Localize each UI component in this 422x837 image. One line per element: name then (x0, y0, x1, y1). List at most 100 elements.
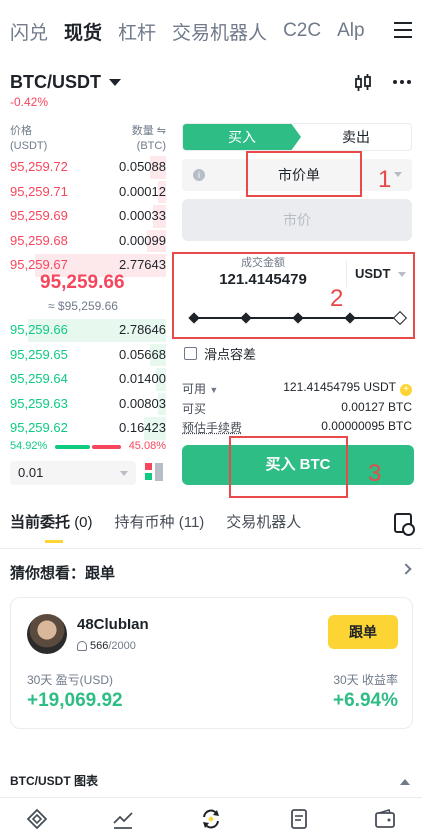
hamburger-menu-icon[interactable] (394, 22, 412, 38)
ask-row[interactable]: 95,259.72 0.05088 (0, 155, 172, 180)
price-column-unit: (USDT) (10, 140, 48, 152)
trade-icon[interactable] (200, 808, 222, 830)
tab-c2c[interactable]: C2C (283, 20, 321, 42)
wallet-icon[interactable] (374, 808, 396, 830)
home-icon[interactable] (26, 808, 48, 830)
annotation-box-2 (172, 252, 415, 339)
tab-holdings-count: (11) (178, 514, 205, 531)
annotation-box-1 (246, 151, 362, 197)
fee-label[interactable]: 预估手续费 (182, 419, 242, 436)
tab-alpha[interactable]: Alp (337, 20, 364, 42)
annotation-box-3 (229, 436, 348, 498)
precision-select[interactable]: 0.01 (10, 461, 136, 485)
slippage-checkbox[interactable] (184, 347, 197, 360)
bid-price: 95,259.62 (10, 420, 68, 435)
ask-row[interactable]: 95,259.71 0.00012 (0, 180, 172, 205)
copy-trader-card[interactable]: 48ClubIan 566/2000 跟单 30天 盈亏(USD) +19,06… (10, 597, 413, 729)
bid-row[interactable]: 95,259.65 0.05668 (0, 343, 172, 368)
active-tab-indicator (45, 540, 63, 543)
can-buy-value: 0.00127 BTC (341, 400, 412, 414)
futures-icon[interactable] (288, 808, 310, 830)
ask-row[interactable]: 95,259.69 0.00033 (0, 204, 172, 229)
buy-tab[interactable]: 买入 (183, 124, 301, 150)
bid-quantity: 0.00803 (119, 395, 166, 411)
bottom-nav (0, 798, 422, 837)
followers-max: /2000 (108, 640, 136, 652)
recommendation-title: 猜你想看：跟单 (10, 565, 116, 582)
tab-open-orders-count: (0) (74, 514, 93, 531)
price-column-label: 价格 (10, 125, 32, 137)
pnl-value: +19,069.92 (27, 690, 123, 711)
tab-spot[interactable]: 现货 (64, 18, 102, 45)
more-options-icon[interactable] (393, 80, 411, 84)
bid-quantity: 2.78646 (119, 322, 166, 337)
sell-ratio: 45.08% (128, 440, 166, 452)
tab-convert[interactable]: 闪兑 (10, 18, 48, 45)
can-buy-row: 可买 0.00127 BTC (182, 400, 412, 416)
bid-quantity: 0.01400 (119, 371, 166, 386)
fee-value: 0.00000095 BTC (321, 419, 412, 433)
trader-name: 48ClubIan (77, 616, 149, 633)
chevron-right-icon[interactable] (400, 563, 412, 575)
avatar (27, 614, 67, 654)
available-row: 可用 ▼ 121.41454795 USDT + (182, 380, 412, 396)
candlestick-chart-icon[interactable] (354, 74, 372, 92)
available-label-wrap[interactable]: 可用 ▼ (182, 380, 218, 397)
tab-trading-bots[interactable]: 交易机器人 (172, 18, 267, 45)
buy-ratio-bar (55, 445, 90, 449)
caret-up-icon[interactable] (400, 779, 410, 785)
tab-margin[interactable]: 杠杆 (118, 18, 156, 45)
sell-ratio-bar (92, 445, 121, 449)
precision-value: 0.01 (18, 465, 44, 480)
price-input[interactable]: 市价 (182, 199, 412, 241)
slippage-label: 滑点容差 (204, 347, 257, 362)
ask-quantity: 0.00099 (119, 232, 166, 248)
bid-row[interactable]: 95,259.66 2.78646 (0, 318, 172, 343)
last-price-usd: ≈ $95,259.66 (48, 299, 118, 313)
quantity-column-label[interactable]: 数量 ⇋ (132, 124, 166, 139)
followers-current: 566 (90, 640, 109, 652)
ask-price: 95,259.72 (10, 159, 68, 174)
tab-open-orders[interactable]: 当前委托 (0) (10, 511, 93, 532)
ask-price: 95,259.71 (10, 183, 68, 199)
buy-sell-tabs: 买入 卖出 (182, 123, 412, 151)
ask-quantity: 0.00033 (119, 208, 166, 223)
can-buy-label: 可买 (182, 402, 207, 416)
orders-tabs: 当前委托 (0) 持有币种 (11) 交易机器人 (10, 511, 323, 532)
ask-price: 95,259.69 (10, 208, 68, 223)
markets-icon[interactable] (112, 808, 134, 830)
sell-tab[interactable]: 卖出 (301, 124, 411, 150)
caret-down-icon (109, 79, 121, 86)
add-funds-icon[interactable]: + (400, 384, 412, 396)
top-tabs: 闪兑 现货 杠杆 交易机器人 C2C Alp (0, 0, 422, 62)
bid-row[interactable]: 95,259.62 0.16423 (0, 416, 172, 441)
orderbook-bids: 95,259.66 2.78646 95,259.65 0.05668 95,259.6… (0, 318, 172, 441)
pnl-label: 30天 盈亏(USD) (27, 673, 114, 687)
buy-sell-ratio: 54.92% 45.08% (10, 440, 166, 454)
caret-down-icon: ▼ (209, 385, 219, 395)
ask-price: 95,259.68 (10, 232, 68, 248)
order-history-icon[interactable] (394, 513, 415, 536)
copy-trade-button[interactable]: 跟单 (328, 615, 398, 649)
pair-symbol: BTC/USDT (10, 72, 101, 92)
followers-count: 566/2000 (77, 640, 136, 652)
bid-price: 95,259.66 (10, 322, 68, 337)
bid-row[interactable]: 95,259.63 0.00803 (0, 392, 172, 417)
bid-quantity: 0.16423 (119, 420, 166, 435)
ask-quantity: 0.05088 (119, 159, 166, 174)
orderbook-layout-icon[interactable] (145, 463, 163, 481)
bid-row[interactable]: 95,259.64 0.01400 (0, 367, 172, 392)
tab-holdings[interactable]: 持有币种 (11) (115, 511, 205, 532)
pair-selector[interactable]: BTC/USDT (10, 72, 121, 93)
tab-bots[interactable]: 交易机器人 (226, 511, 301, 532)
ask-row[interactable]: 95,259.68 0.00099 (0, 229, 172, 254)
ask-quantity: 2.77643 (119, 257, 166, 272)
annotation-number-2: 2 (330, 285, 344, 312)
slippage-option[interactable]: 滑点容差 (184, 344, 256, 363)
chart-drawer-title[interactable]: BTC/USDT 图表 (10, 772, 98, 789)
last-price[interactable]: 95,259.66 (40, 272, 125, 294)
divider (0, 548, 422, 549)
tab-open-orders-label: 当前委托 (10, 514, 71, 531)
roi-label: 30天 收益率 (333, 673, 398, 687)
buy-ratio: 54.92% (10, 440, 48, 452)
